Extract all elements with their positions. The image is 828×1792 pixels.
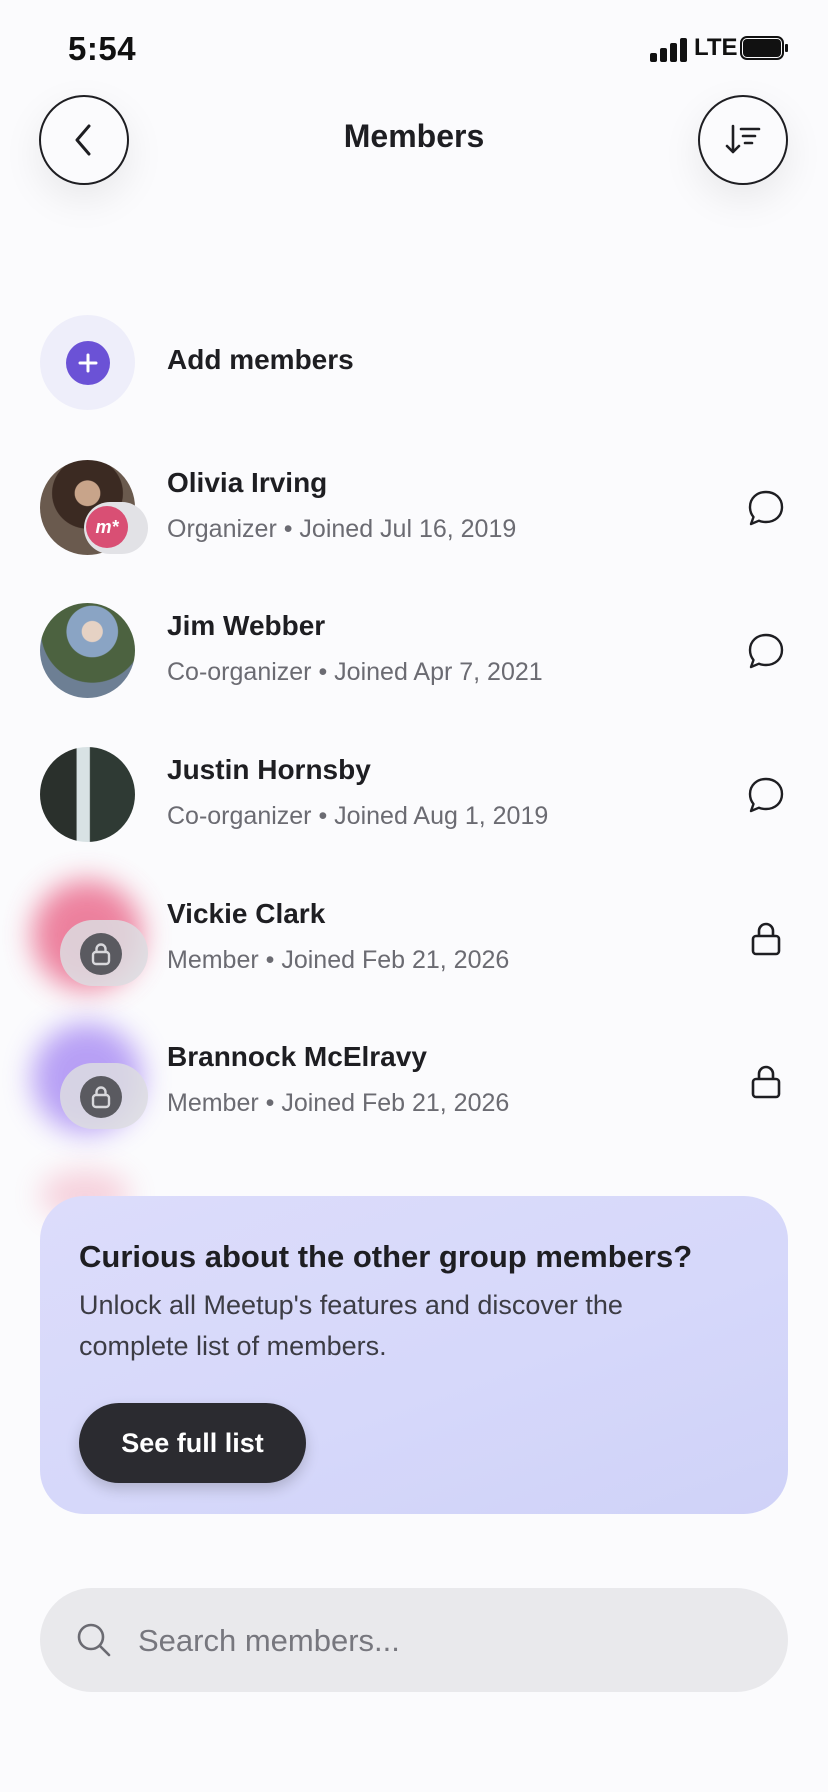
promo-title: Curious about the other group members?	[79, 1239, 693, 1274]
locked-avatar-badge	[60, 1063, 148, 1129]
avatar[interactable]	[40, 603, 135, 698]
see-full-list-button[interactable]: See full list	[79, 1403, 306, 1483]
member-name[interactable]: Jim Webber	[167, 610, 325, 642]
status-time: 5:54	[68, 30, 137, 67]
status-bar: 5:54 LTE	[0, 0, 828, 100]
search-icon	[77, 1623, 111, 1657]
member-meta: Co-organizer • Joined Apr 7, 2021	[167, 658, 543, 686]
chat-bubble-icon	[748, 777, 784, 813]
add-members-button[interactable]	[40, 315, 135, 410]
member-meta: Member • Joined Feb 21, 2026	[167, 1089, 510, 1117]
locked-member-button[interactable]	[744, 1060, 788, 1104]
member-name[interactable]: Brannock McElravy	[167, 1041, 427, 1073]
lock-icon	[751, 1065, 781, 1099]
locked-member-button[interactable]	[744, 917, 788, 961]
message-button[interactable]	[744, 773, 788, 817]
message-button[interactable]	[744, 486, 788, 530]
lock-icon	[751, 922, 781, 956]
search-input[interactable]	[136, 1610, 760, 1672]
upgrade-promo-card: Curious about the other group members? U…	[40, 1196, 788, 1514]
sort-descending-icon	[725, 124, 761, 154]
member-name[interactable]: Olivia Irving	[167, 467, 327, 499]
search-bar[interactable]	[40, 1588, 788, 1692]
member-name[interactable]: Vickie Clark	[167, 898, 325, 930]
member-name[interactable]: Justin Hornsby	[167, 754, 371, 786]
signal-icon	[650, 36, 690, 62]
add-members-label[interactable]: Add members	[167, 344, 354, 376]
network-type: LTE	[694, 34, 738, 61]
plus-icon	[65, 340, 110, 385]
member-meta: Co-organizer • Joined Aug 1, 2019	[167, 802, 549, 830]
promo-body: Unlock all Meetup's features and discove…	[79, 1290, 623, 1361]
chat-bubble-icon	[748, 633, 784, 669]
meetup-badge-icon: m*	[86, 506, 128, 548]
lock-icon	[80, 1076, 122, 1118]
battery-icon	[740, 36, 788, 60]
lock-icon	[80, 933, 122, 975]
member-meta: Member • Joined Feb 21, 2026	[167, 946, 510, 974]
organizer-badge: m*	[84, 502, 148, 554]
member-meta: Organizer • Joined Jul 16, 2019	[167, 515, 517, 543]
message-button[interactable]	[744, 629, 788, 673]
locked-avatar-badge	[60, 920, 148, 986]
sort-button[interactable]	[698, 95, 788, 185]
avatar[interactable]	[40, 747, 135, 842]
chat-bubble-icon	[748, 490, 784, 526]
